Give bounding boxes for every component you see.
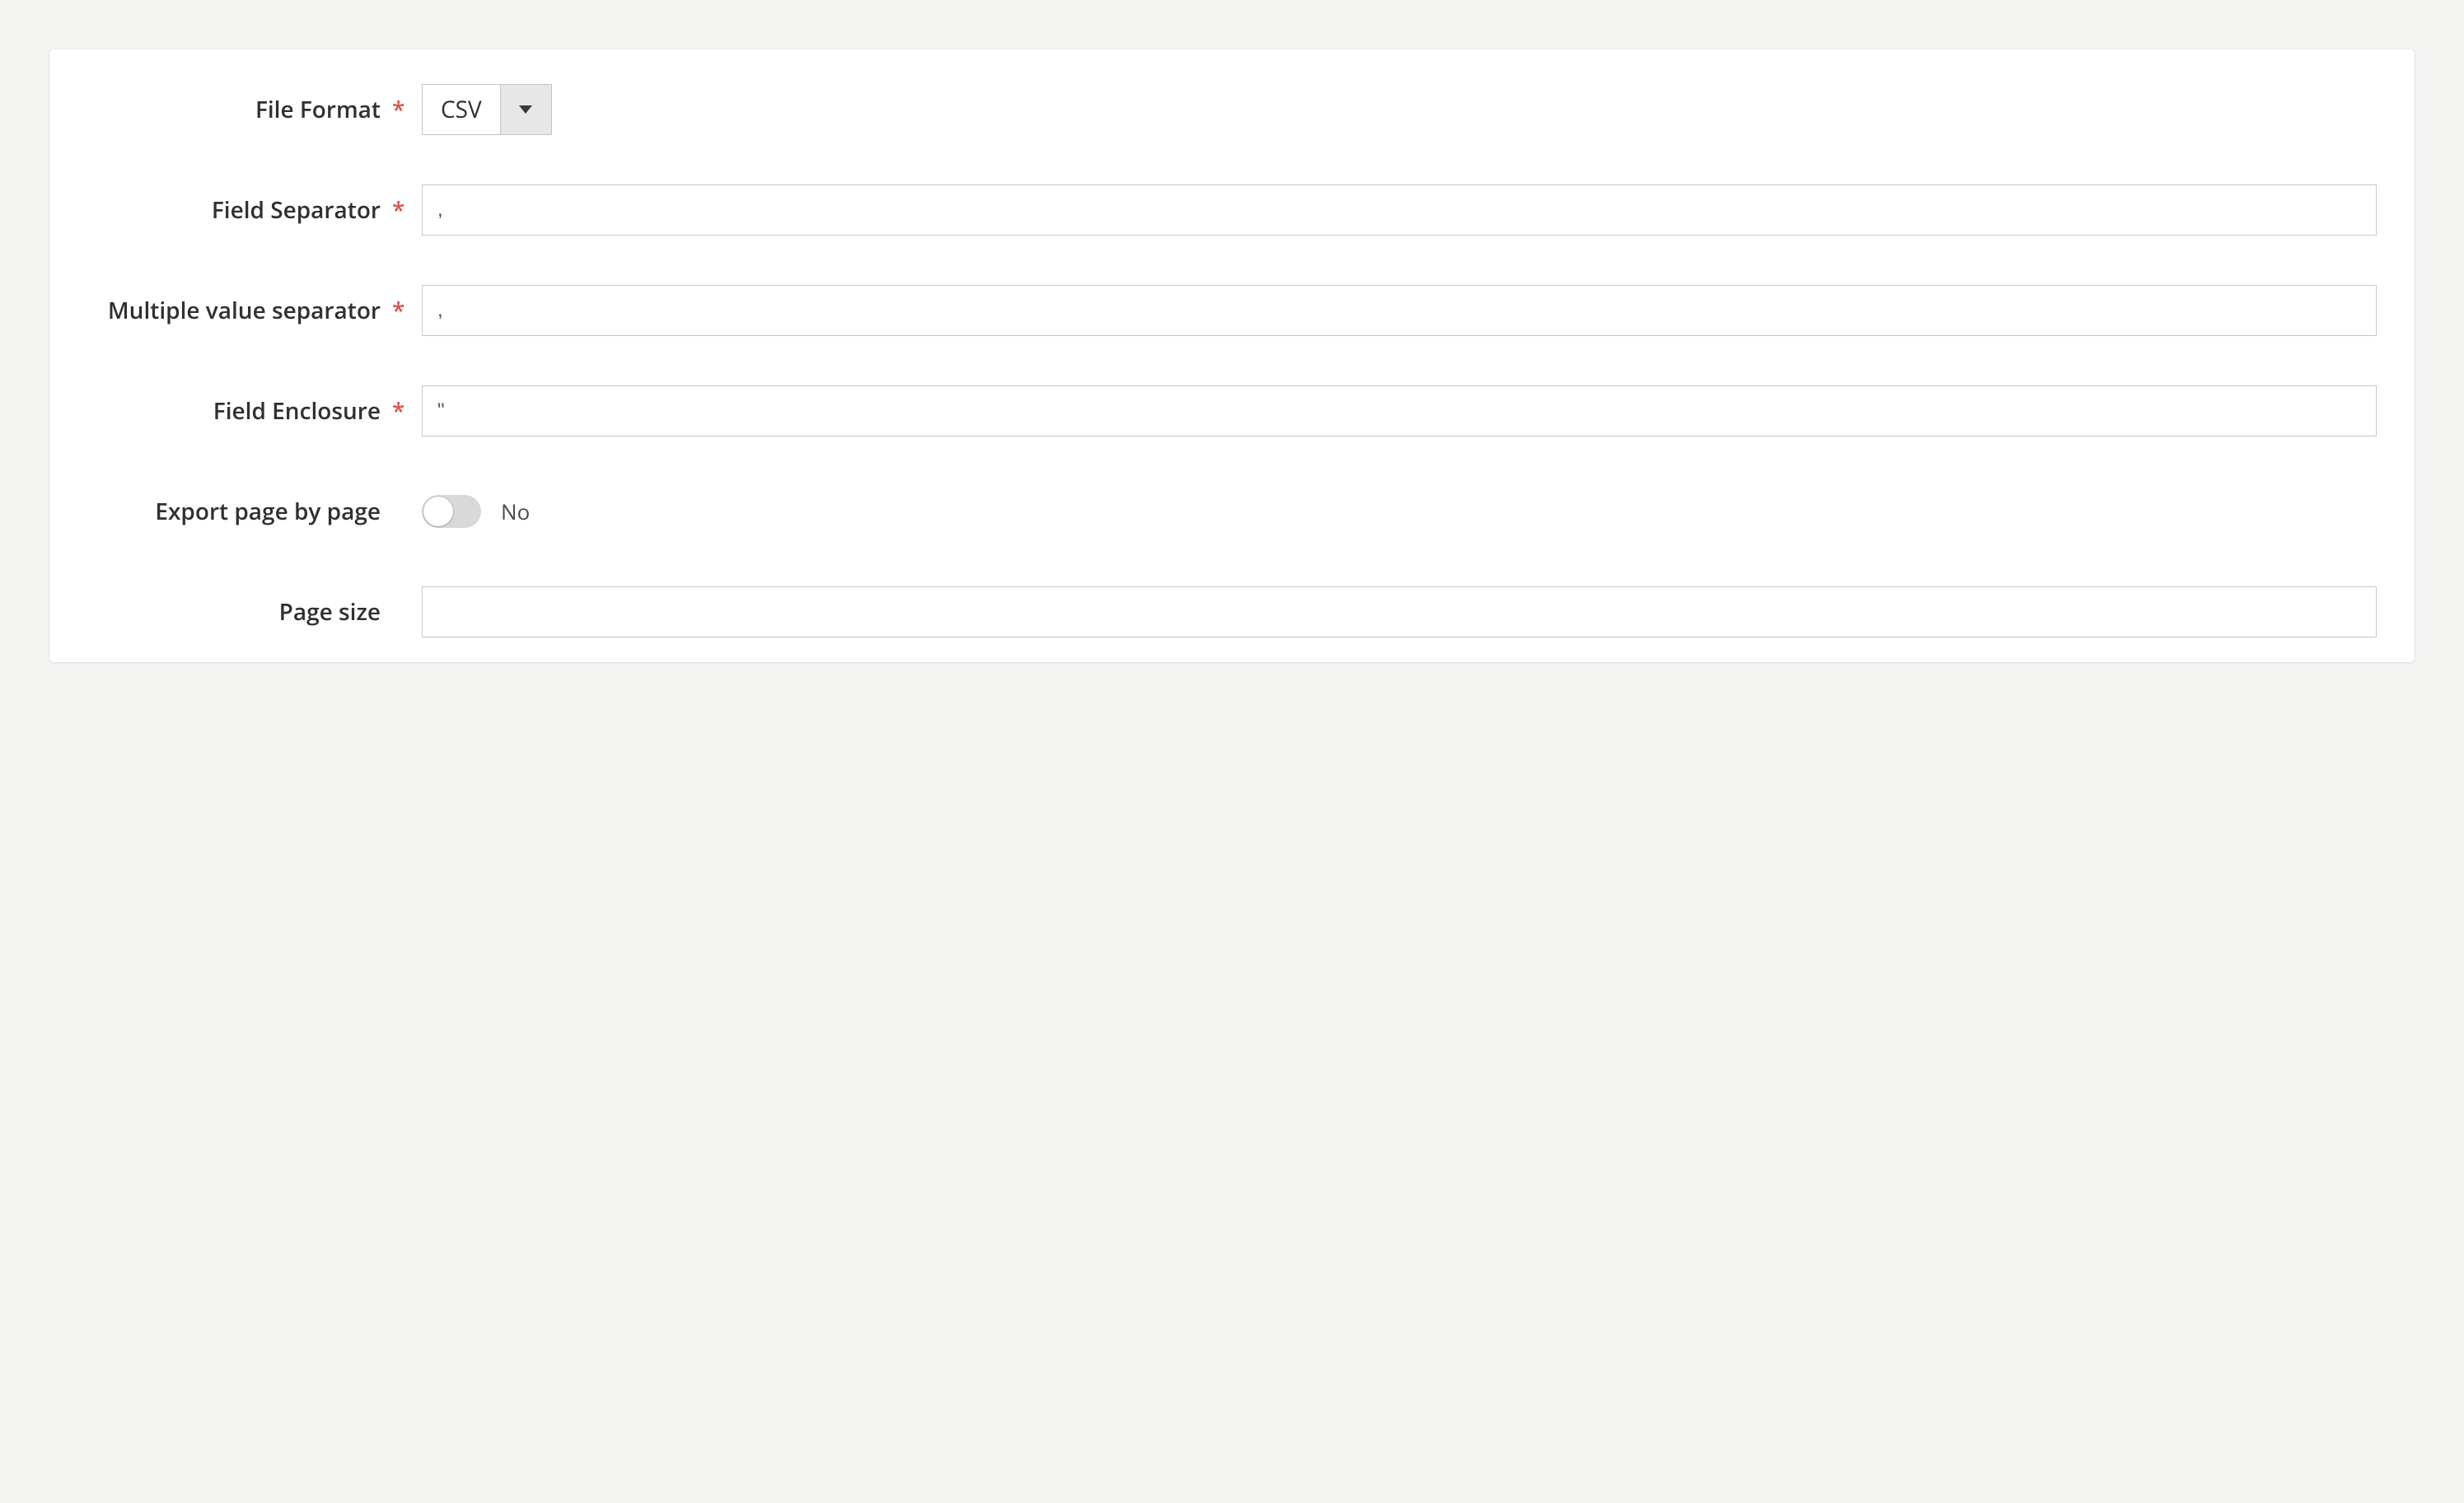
page-size-input[interactable] xyxy=(422,586,2377,637)
multiple-value-separator-required-indicator: * xyxy=(392,299,422,322)
export-settings-panel: File Format * CSV Field Separator * Mult… xyxy=(49,49,2415,662)
field-separator-label: Field Separator xyxy=(87,194,392,226)
export-page-by-page-label: Export page by page xyxy=(87,496,392,527)
field-multiple-value-separator: Multiple value separator * xyxy=(87,285,2377,336)
field-field-enclosure: Field Enclosure * xyxy=(87,385,2377,436)
file-format-select-handle[interactable] xyxy=(500,85,551,134)
field-enclosure-required-indicator: * xyxy=(392,399,422,422)
field-enclosure-input[interactable] xyxy=(422,385,2377,436)
field-enclosure-label: Field Enclosure xyxy=(87,395,392,427)
multiple-value-separator-label: Multiple value separator xyxy=(87,295,392,326)
export-page-by-page-control: No xyxy=(422,495,2377,528)
field-page-size: Page size xyxy=(87,586,2377,637)
file-format-select[interactable]: CSV xyxy=(422,84,552,135)
export-page-by-page-state: No xyxy=(501,497,530,526)
file-format-required-indicator: * xyxy=(392,98,422,121)
field-separator-input[interactable] xyxy=(422,184,2377,236)
toggle-knob xyxy=(423,497,453,526)
file-format-label: File Format xyxy=(87,94,392,125)
field-separator-required-indicator: * xyxy=(392,198,422,222)
export-page-by-page-toggle[interactable] xyxy=(422,495,481,528)
multiple-value-separator-input[interactable] xyxy=(422,285,2377,336)
field-file-format: File Format * CSV xyxy=(87,84,2377,135)
field-field-separator: Field Separator * xyxy=(87,184,2377,236)
field-export-page-by-page: Export page by page No xyxy=(87,486,2377,537)
file-format-select-value: CSV xyxy=(423,85,500,134)
page-size-label: Page size xyxy=(87,596,392,628)
chevron-down-icon xyxy=(519,105,532,114)
